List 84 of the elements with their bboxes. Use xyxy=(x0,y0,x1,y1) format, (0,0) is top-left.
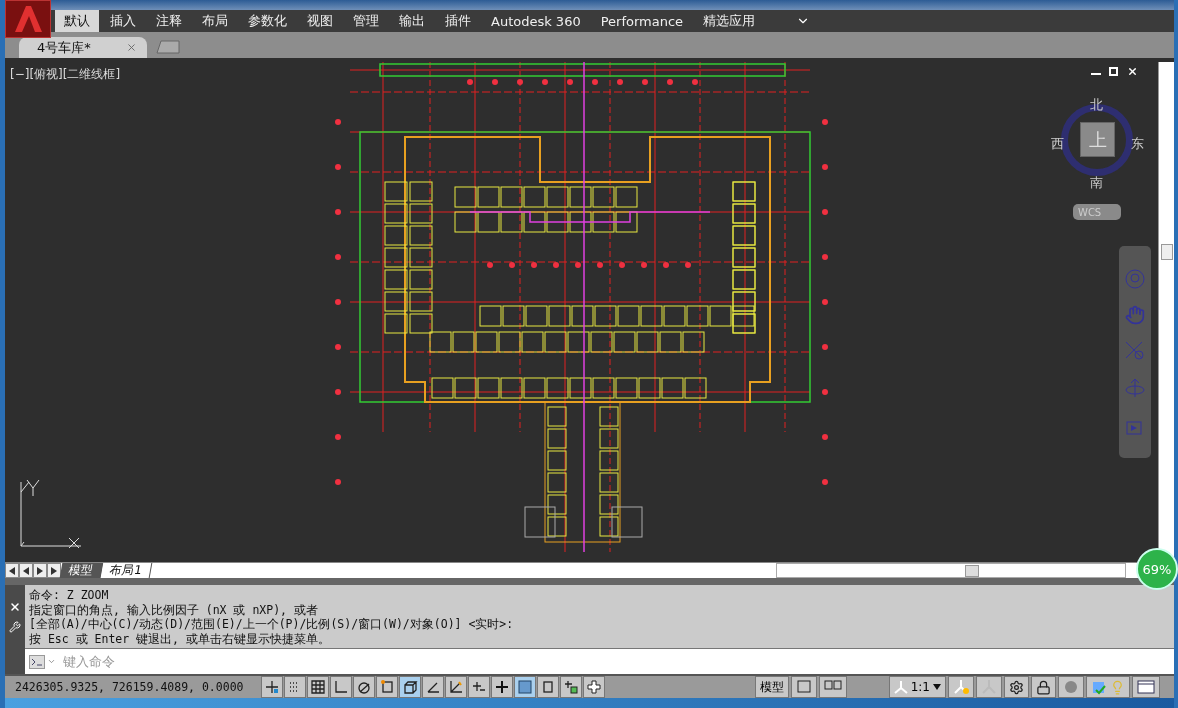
viewport-label[interactable]: [−][俯视][二维线框] xyxy=(10,66,121,83)
annotation-visibility-button[interactable] xyxy=(948,676,974,698)
ribbon-tab[interactable]: 视图 xyxy=(298,10,342,32)
workspace-button[interactable] xyxy=(1004,676,1029,698)
settings-icon[interactable] xyxy=(9,620,21,633)
compass-direction[interactable]: 北 xyxy=(1090,96,1103,114)
prompt-button[interactable] xyxy=(25,648,59,674)
tab-nav-button[interactable] xyxy=(47,563,61,578)
cross-icon xyxy=(586,679,602,695)
terminal-icon xyxy=(28,654,45,669)
status-toggle[interactable] xyxy=(583,676,605,698)
ribbon-tab[interactable]: Autodesk 360 xyxy=(482,10,590,32)
compass-direction[interactable]: 西 xyxy=(1051,135,1064,153)
cube-icon xyxy=(402,679,418,695)
close-icon[interactable] xyxy=(1127,66,1138,77)
viewport-icon xyxy=(795,679,812,695)
ribbon-tab[interactable]: Performance xyxy=(591,10,693,32)
compass-direction[interactable]: 南 xyxy=(1090,174,1103,192)
status-toggle[interactable] xyxy=(468,676,490,698)
restore-icon[interactable] xyxy=(1109,66,1119,76)
quick-view-button[interactable] xyxy=(818,676,847,698)
command-history-line: 指定窗口的角点, 输入比例因子 (nX 或 nXP), 或者 xyxy=(29,602,319,617)
right-angle-icon xyxy=(333,679,349,695)
ribbon-tab[interactable]: 输出 xyxy=(390,10,434,32)
status-toggle[interactable] xyxy=(537,676,559,698)
plus-box-icon xyxy=(563,679,579,695)
close-icon[interactable] xyxy=(9,600,21,613)
ribbon-tab[interactable]: 精选应用 xyxy=(694,10,765,32)
lightbulb-icon xyxy=(1110,679,1125,695)
ribbon-tab[interactable]: 布局 xyxy=(193,10,237,32)
crosshair-icon xyxy=(264,679,280,695)
polar-icon xyxy=(356,679,372,695)
command-history-line: 按 Esc 或 Enter 键退出, 或单击右键显示快捷菜单。 xyxy=(29,631,331,646)
tab-nav-button[interactable] xyxy=(19,563,33,578)
ribbon-tab[interactable]: 注释 xyxy=(147,10,191,32)
status-toggle[interactable] xyxy=(514,676,536,698)
command-history-line: [全部(A)/中心(C)/动态(D)/范围(E)/上一个(P)/比例(S)/窗口(W)/对象(O)] <实时>: xyxy=(29,617,515,632)
axes-icon xyxy=(448,679,464,695)
status-toggle[interactable] xyxy=(353,676,375,698)
lock-icon xyxy=(1036,679,1051,695)
annotation-bulb-icon xyxy=(953,679,969,695)
calculator-icon xyxy=(540,679,556,695)
ribbon-tab[interactable]: 默认 xyxy=(55,10,99,32)
ribbon-tab[interactable]: 管理 xyxy=(344,10,388,32)
layout-tab[interactable]: 布局1 xyxy=(100,563,152,578)
status-toggle[interactable] xyxy=(560,676,582,698)
ribbon-tab[interactable]: 插入 xyxy=(101,10,145,32)
layout-viewport-button[interactable] xyxy=(790,676,817,698)
settings-icon xyxy=(1009,679,1024,695)
annotation-scale-button[interactable]: 1:1 xyxy=(888,676,946,698)
square-snap-icon xyxy=(379,679,395,695)
command-history-line: 命令: Z ZOOM xyxy=(29,588,110,603)
status-toggle[interactable] xyxy=(330,676,352,698)
status-toggle[interactable] xyxy=(376,676,398,698)
status-toggle[interactable] xyxy=(422,676,444,698)
layout-tab[interactable]: 模型 xyxy=(59,563,104,578)
circle-icon xyxy=(1063,679,1079,695)
plus-icon xyxy=(494,679,510,695)
model-button[interactable]: 模型 xyxy=(754,676,789,698)
status-toggle[interactable] xyxy=(491,676,513,698)
command-input[interactable]: 键入命令 xyxy=(59,648,1174,674)
file-tab[interactable]: 4号车库* xyxy=(19,37,147,58)
status-toggle[interactable] xyxy=(445,676,467,698)
ribbon-tab[interactable]: 参数化 xyxy=(239,10,296,32)
annotation-icon xyxy=(893,680,908,694)
status-toggle[interactable] xyxy=(307,676,329,698)
lock-button[interactable] xyxy=(1031,676,1056,698)
horizontal-scrollbar[interactable] xyxy=(776,563,1126,578)
caret-icon xyxy=(933,684,941,690)
checker-icon xyxy=(517,679,533,695)
tab-nav-button[interactable] xyxy=(5,563,19,578)
ribbon-tab[interactable]: 插件 xyxy=(436,10,480,32)
status-toggle[interactable] xyxy=(399,676,421,698)
clean-screen-button[interactable] xyxy=(1132,676,1160,698)
isolate-button[interactable] xyxy=(1086,676,1130,698)
grid-icon xyxy=(310,679,326,695)
status-toggle[interactable] xyxy=(261,676,283,698)
caret-icon xyxy=(46,657,56,666)
window-icon xyxy=(1137,679,1155,695)
compass-direction[interactable]: 东 xyxy=(1131,135,1144,153)
coordinates-readout: 2426305.9325, 726159.4089, 0.0000 xyxy=(14,680,245,694)
tab-nav-button[interactable] xyxy=(33,563,47,578)
status-toggle[interactable] xyxy=(284,676,306,698)
checkmark-square-icon xyxy=(1091,679,1107,695)
